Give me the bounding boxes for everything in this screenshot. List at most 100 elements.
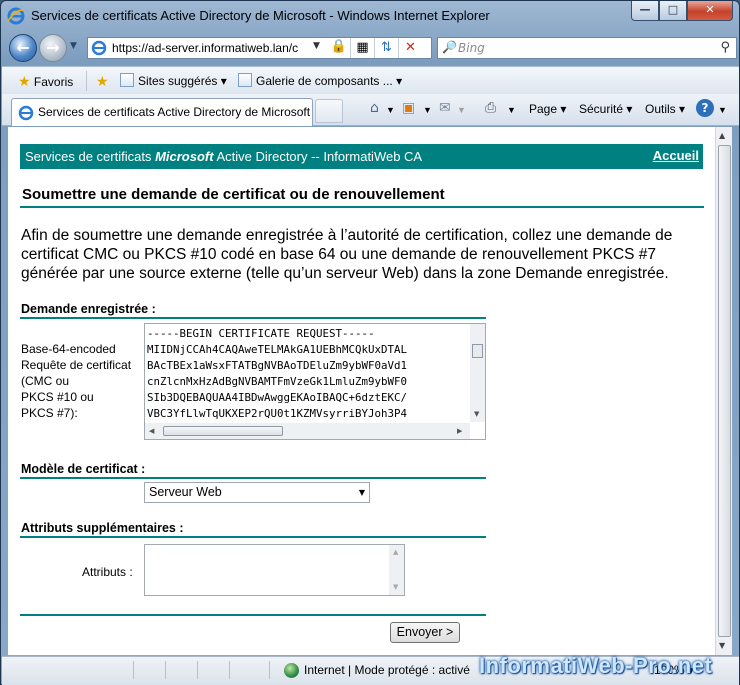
page-vertical-scrollbar[interactable]: ▲ ▼ bbox=[715, 127, 732, 655]
browser-window: Services de certificats Active Directory… bbox=[0, 0, 740, 685]
history-dropdown-icon[interactable]: ▼ bbox=[70, 41, 77, 51]
scroll-up-icon[interactable]: ▲ bbox=[719, 131, 725, 140]
home-link[interactable]: Accueil bbox=[653, 148, 699, 163]
search-box[interactable]: 🔎 Bing ⚲ bbox=[437, 37, 737, 59]
address-bar[interactable]: https://ad-server.informatiweb.lan/c ▼ 🔒… bbox=[87, 37, 432, 59]
scroll-down-icon: ▼ bbox=[393, 583, 399, 591]
submit-button[interactable]: Envoyer > bbox=[390, 622, 460, 643]
search-provider-icon: 🔎 bbox=[442, 40, 457, 54]
close-window-button[interactable]: ✕ bbox=[687, 1, 733, 21]
page-content: Services de certificats Microsoft Active… bbox=[8, 127, 715, 655]
help-icon[interactable]: ? bbox=[696, 99, 714, 117]
saved-request-textarea[interactable]: -----BEGIN CERTIFICATE REQUEST----- MIID… bbox=[144, 323, 486, 440]
scroll-left-icon[interactable]: ◀ bbox=[149, 427, 154, 435]
page-scroll-thumb[interactable] bbox=[718, 145, 731, 637]
tab-ie-icon bbox=[18, 105, 34, 121]
home-icon[interactable]: ⌂ bbox=[370, 100, 379, 116]
read-mail-icon[interactable]: ✉ bbox=[439, 100, 451, 116]
textarea-horizontal-scrollbar[interactable]: ◀ ▶ bbox=[145, 423, 470, 439]
add-favorite-icon[interactable]: ★ bbox=[96, 73, 109, 90]
print-icon[interactable]: ⎙ bbox=[485, 100, 496, 116]
address-dropdown-icon[interactable]: ▼ bbox=[313, 41, 320, 51]
tools-menu[interactable]: Outils ▾ bbox=[645, 102, 685, 116]
tab-active[interactable]: Services de certificats Active Directory… bbox=[11, 98, 313, 126]
banner-brand: Microsoft bbox=[155, 149, 214, 164]
search-input[interactable]: Bing bbox=[458, 41, 485, 55]
saved-request-label-1: Requête de certificat bbox=[21, 358, 132, 372]
scroll-right-icon[interactable]: ▶ bbox=[457, 427, 462, 435]
scroll-down-icon[interactable]: ▼ bbox=[474, 410, 479, 418]
request-line: SIb3DQEBAQUAA4IBDwAwggEKAoIBAQC+6dztEKC/ bbox=[147, 391, 408, 404]
feeds-icon[interactable]: ▣ bbox=[402, 100, 415, 116]
heading-divider bbox=[20, 206, 704, 208]
refresh-icon[interactable]: ⇅ bbox=[374, 38, 398, 58]
window-title: Services de certificats Active Directory… bbox=[31, 8, 490, 23]
template-divider bbox=[20, 477, 486, 479]
forward-button[interactable]: → bbox=[39, 34, 67, 62]
search-icon[interactable]: ⚲ bbox=[720, 40, 730, 55]
suggested-sites-link[interactable]: Sites suggérés ▾ bbox=[120, 73, 227, 88]
mail-dropdown-icon: ▼ bbox=[457, 105, 466, 115]
request-line: cnZlcnMxHzAdBgNVBAMTFmVzeGk1LmluZm9ybWF0 bbox=[147, 375, 408, 388]
page-ie-icon bbox=[91, 40, 107, 56]
tab-title: Services de certificats Active Directory… bbox=[38, 105, 311, 119]
saved-request-label-2: (CMC ou bbox=[21, 374, 70, 388]
back-button[interactable]: ← bbox=[9, 34, 37, 62]
attributes-scrollbar[interactable]: ▲ ▼ bbox=[389, 545, 404, 595]
ie-logo-icon bbox=[7, 7, 25, 25]
attributes-divider bbox=[20, 536, 486, 538]
header-banner: Services de certificats Microsoft Active… bbox=[20, 144, 703, 169]
request-line: BAcTBEx1aWsxFTATBgNVBAoTDEluZm9ybWF0aVd1 bbox=[147, 359, 408, 372]
favorites-star-icon: ★ bbox=[18, 73, 31, 89]
page-title: Soumettre une demande de certificat ou d… bbox=[22, 186, 445, 203]
feeds-dropdown-icon[interactable]: ▼ bbox=[423, 105, 432, 115]
internet-zone-globe-icon bbox=[284, 663, 299, 678]
template-select[interactable]: Serveur Web ▼ bbox=[144, 482, 370, 503]
scroll-up-icon: ▲ bbox=[393, 548, 399, 556]
web-slice-gallery-label: Galerie de composants ... ▾ bbox=[256, 74, 403, 88]
textarea-vertical-scrollbar[interactable]: ▼ bbox=[470, 324, 485, 422]
status-cell bbox=[230, 661, 270, 679]
textarea-hscroll-thumb[interactable] bbox=[163, 426, 283, 436]
safety-menu[interactable]: Sécurité ▾ bbox=[579, 102, 632, 116]
suggested-sites-label: Sites suggérés ▾ bbox=[138, 74, 227, 88]
saved-request-title: Demande enregistrée : bbox=[21, 302, 156, 316]
watermark-logo: InformatiWeb-Pro.net bbox=[479, 653, 713, 678]
page-icon bbox=[238, 73, 252, 87]
minimize-button[interactable]: — bbox=[631, 1, 659, 21]
page-menu[interactable]: Page ▾ bbox=[529, 102, 566, 116]
favorites-button[interactable]: ★ Favoris bbox=[18, 73, 73, 90]
request-line: MIIDNjCCAh4CAQAweTELMAkGA1UEBhMCQkUxDTAL bbox=[147, 343, 408, 356]
page-icon bbox=[120, 73, 134, 87]
attributes-label: Attributs : bbox=[82, 565, 133, 579]
scroll-down-icon[interactable]: ▼ bbox=[719, 641, 725, 650]
intro-paragraph: Afin de soumettre une demande enregistré… bbox=[21, 227, 673, 282]
address-input[interactable]: https://ad-server.informatiweb.lan/c bbox=[112, 41, 312, 55]
web-slice-gallery-link[interactable]: Galerie de composants ... ▾ bbox=[238, 73, 402, 88]
request-line: -----BEGIN CERTIFICATE REQUEST----- bbox=[147, 327, 375, 340]
compatibility-view-icon[interactable]: ▦ bbox=[350, 38, 374, 58]
security-zone-status[interactable]: Internet | Mode protégé : activé bbox=[304, 663, 470, 677]
status-cell bbox=[166, 661, 198, 679]
home-dropdown-icon[interactable]: ▼ bbox=[386, 105, 395, 115]
status-cell bbox=[2, 661, 134, 679]
request-line: VBC3YfLlwTqUKXEP2rQU0t1KZMVsyrriBYJoh3P4 bbox=[147, 407, 408, 420]
favorites-separator bbox=[86, 71, 87, 91]
lock-icon[interactable]: 🔒 bbox=[330, 39, 348, 57]
textarea-vscroll-thumb[interactable] bbox=[472, 344, 483, 358]
favorites-label: Favoris bbox=[33, 75, 74, 89]
saved-request-label-4: PKCS #7): bbox=[21, 406, 78, 420]
chevron-down-icon: ▼ bbox=[358, 488, 365, 497]
maximize-button[interactable]: □ bbox=[659, 1, 687, 21]
navigation-bar: ← → ▼ https://ad-server.informatiweb.lan… bbox=[1, 31, 739, 65]
help-dropdown-icon[interactable]: ▼ bbox=[718, 105, 727, 115]
title-bar: Services de certificats Active Directory… bbox=[1, 1, 739, 31]
stop-icon[interactable]: ✕ bbox=[398, 38, 422, 58]
status-cell bbox=[198, 661, 230, 679]
favorites-bar: ★ Favoris ★ Sites suggérés ▾ Galerie de … bbox=[2, 66, 739, 94]
print-dropdown-icon[interactable]: ▼ bbox=[507, 105, 516, 115]
attributes-title: Attributs supplémentaires : bbox=[21, 521, 184, 535]
tab-command-bar: Services de certificats Active Directory… bbox=[2, 94, 739, 126]
new-tab-button[interactable] bbox=[315, 99, 343, 123]
attributes-textarea[interactable]: ▲ ▼ bbox=[144, 544, 405, 596]
